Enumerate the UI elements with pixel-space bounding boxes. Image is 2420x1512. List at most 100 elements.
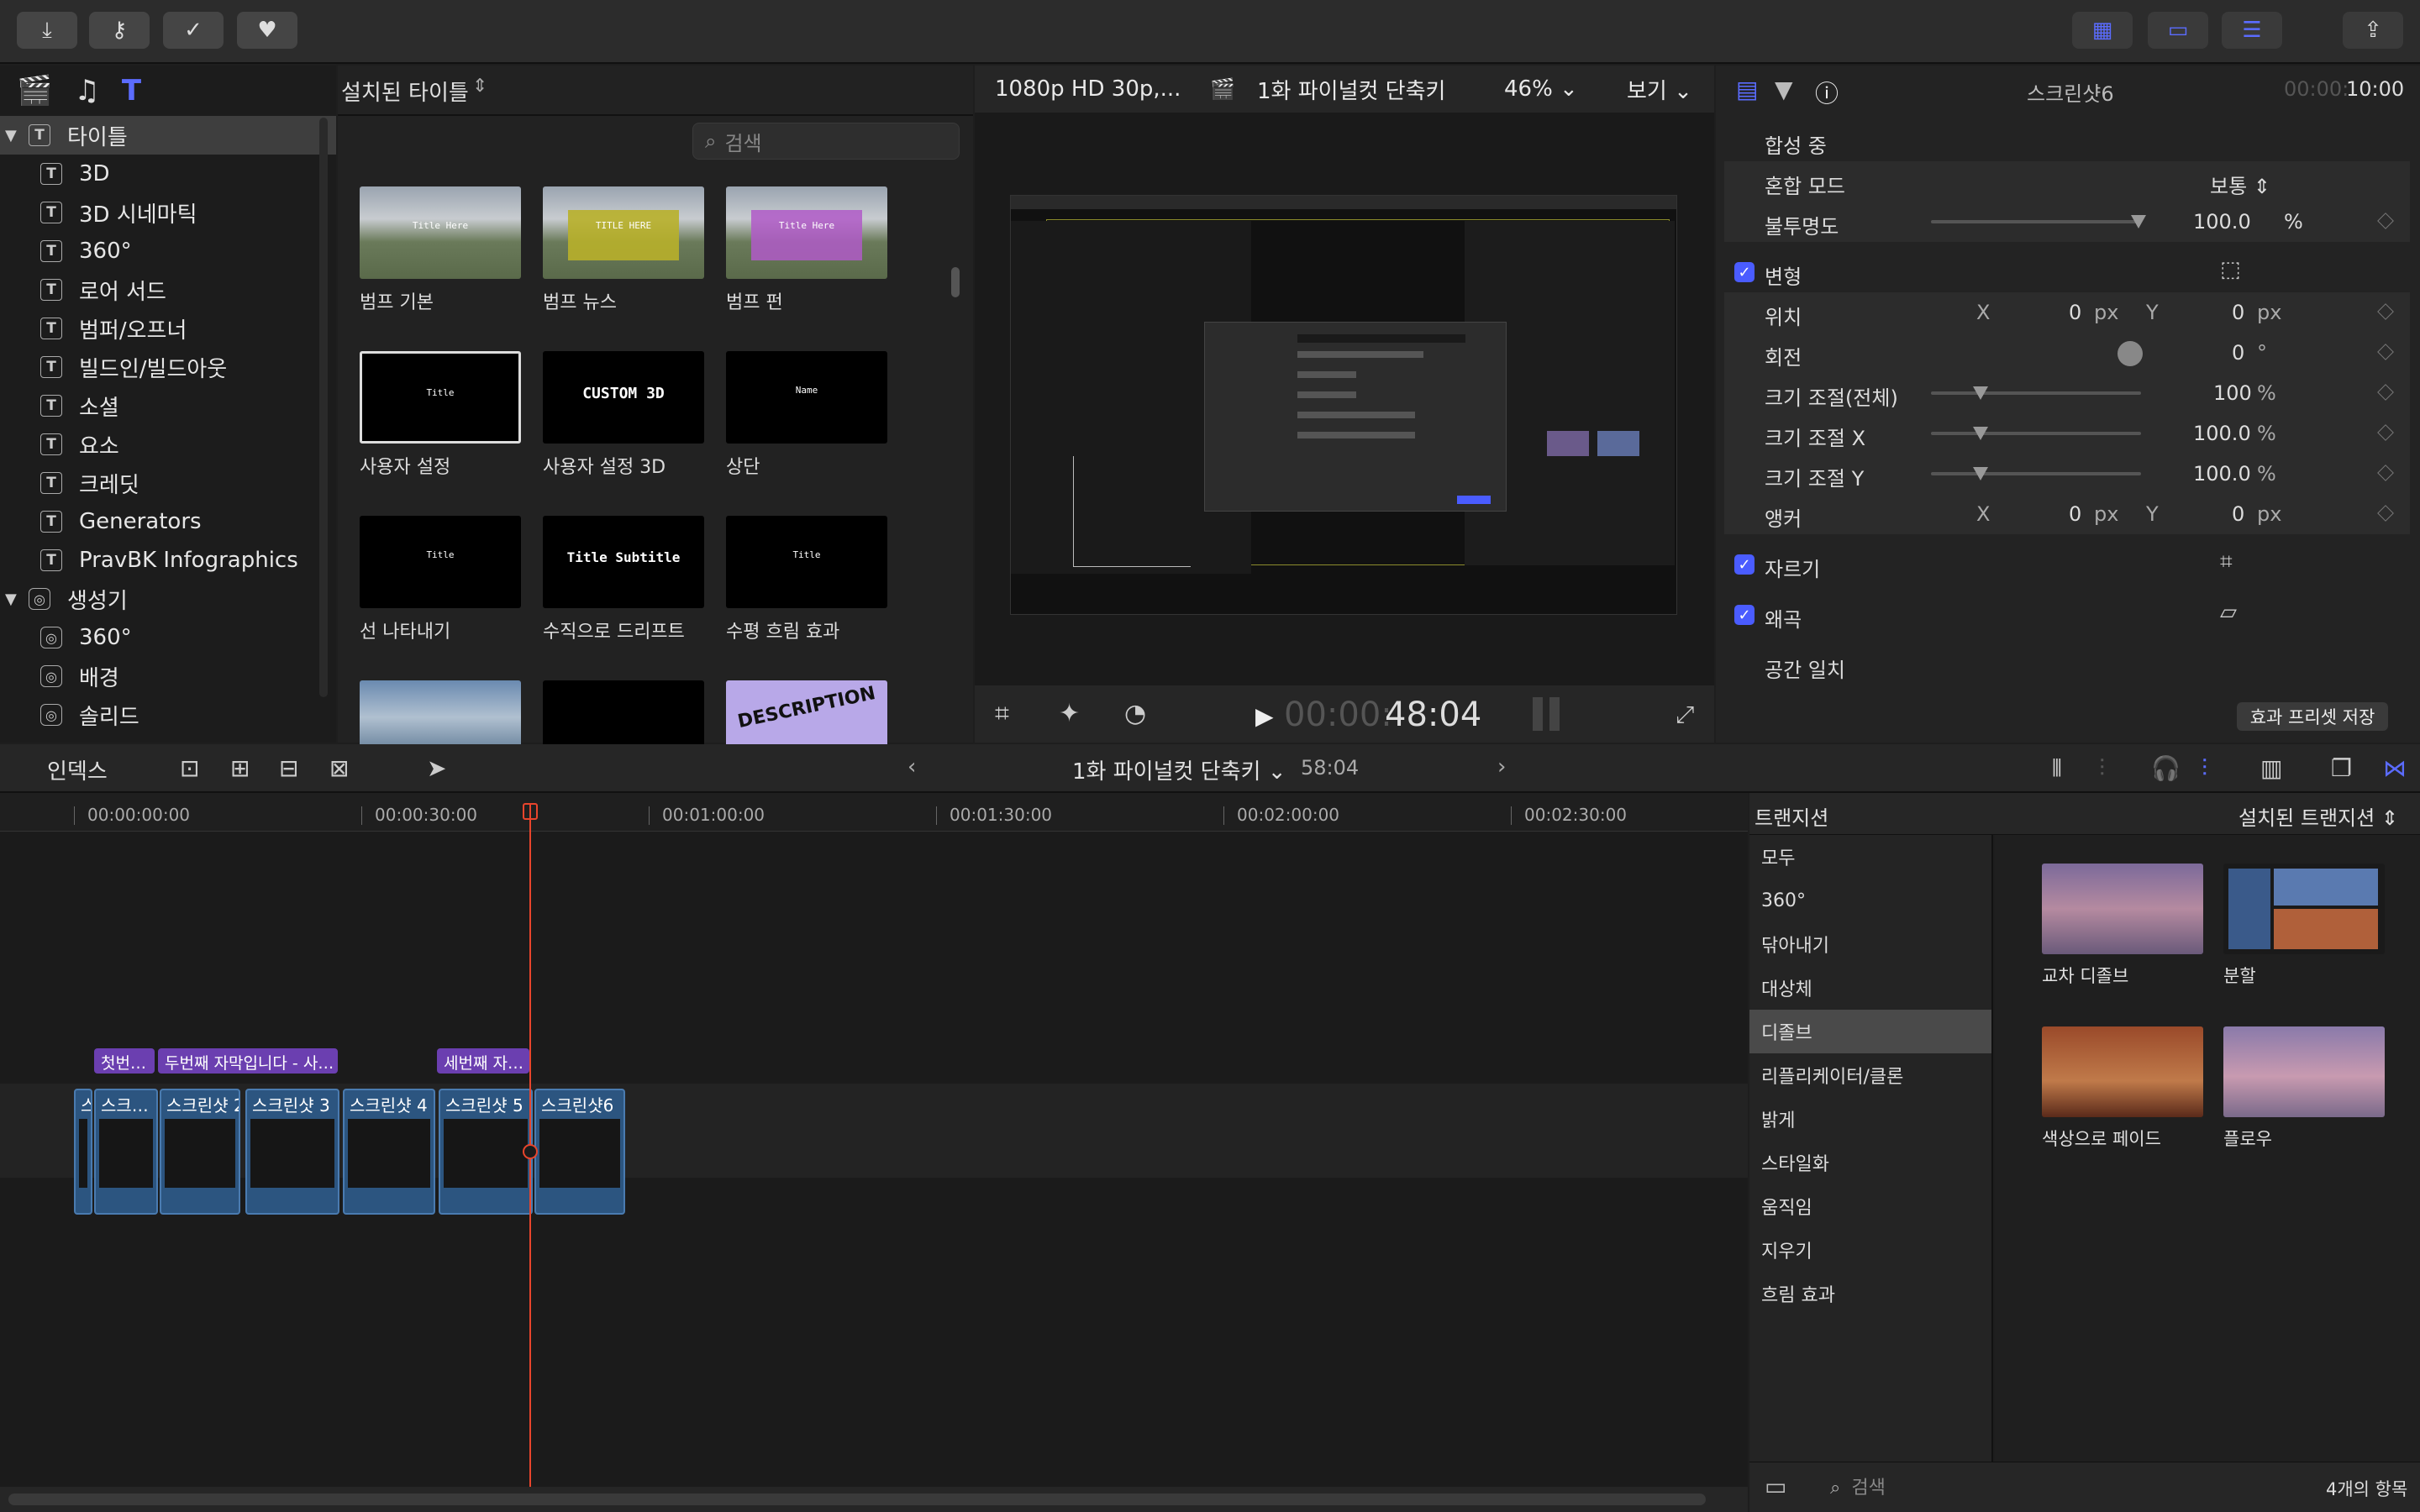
video-clip[interactable]: 스크린샷 5 [439, 1089, 533, 1215]
transform-section[interactable]: ✓ 변형 ⬚ [1724, 252, 2410, 292]
transform-checkbox[interactable]: ✓ [1734, 262, 1754, 282]
transition-category[interactable]: 360° [1749, 879, 1991, 922]
timeline-scrollbar[interactable] [0, 1487, 1748, 1512]
insert-icon[interactable]: ⊞ [230, 754, 250, 782]
split-thumb[interactable] [2223, 864, 2385, 954]
transition-category[interactable]: 디졸브 [1749, 1010, 1991, 1053]
rotation-dial[interactable] [2118, 341, 2143, 366]
compositing-section[interactable]: 합성 중 [1724, 121, 2410, 161]
transition-category[interactable]: 움직임 [1749, 1184, 1991, 1228]
grid-view-icon[interactable]: ▦ [2072, 12, 2133, 49]
save-preset-button[interactable]: 효과 프리셋 저장 [2237, 702, 2388, 731]
title-clip[interactable]: 두번째 자막입니다 - 사… [158, 1048, 338, 1074]
keyframe-icon[interactable] [2377, 213, 2394, 229]
tree-group[interactable]: ▼ ◎ 생성기 [0, 580, 336, 618]
title-thumbnail[interactable]: CUSTOM 3D [543, 351, 704, 444]
rotation-value[interactable]: 0 [2232, 341, 2244, 365]
format-label[interactable]: 1080p HD 30p,... [995, 76, 1181, 102]
keyframe-icon[interactable] [2377, 465, 2394, 481]
tree-item[interactable]: T 빌드인/빌드아웃 [0, 348, 336, 386]
chevron-updown-icon[interactable]: ⇕ [472, 76, 487, 97]
video-clip[interactable]: 스크린샷6 [534, 1089, 625, 1215]
tree-item[interactable]: T Generators [0, 502, 336, 541]
tree-item[interactable]: ◎ 솔리드 [0, 696, 336, 734]
title-thumbnail[interactable]: Title [360, 351, 521, 444]
title-clip[interactable]: 첫번… [94, 1048, 155, 1074]
timeline-project[interactable]: 1화 파이널컷 단축키 ⌄ [1072, 754, 1286, 785]
title-thumbnail[interactable]: Title Here [360, 186, 521, 279]
speed-icon[interactable]: ◔ [1124, 699, 1146, 728]
tree-item[interactable]: T 범퍼/오프너 [0, 309, 336, 348]
distort-checkbox[interactable]: ✓ [1734, 605, 1754, 625]
video-clip[interactable]: 스크린샷 4 [343, 1089, 435, 1215]
browser-scrollbar[interactable] [951, 267, 960, 297]
filmstrip-view-icon[interactable]: ▭ [2148, 12, 2208, 49]
keyframe-icon[interactable] [2377, 384, 2394, 401]
tree-item[interactable]: T PravBK Infographics [0, 541, 336, 580]
transform-onscreen-icon[interactable]: ⬚ [2220, 257, 2241, 282]
connect-icon[interactable]: ⊡ [180, 754, 199, 782]
flow-thumb[interactable] [2223, 1026, 2385, 1117]
position-x[interactable]: 0 [2069, 301, 2081, 324]
title-thumbnail[interactable]: Name [726, 351, 887, 444]
transition-category[interactable]: 밝게 [1749, 1097, 1991, 1141]
keyframe-icon[interactable] [2377, 505, 2394, 522]
zoom-menu[interactable]: 46% ⌄ [1504, 76, 1578, 102]
timecode[interactable]: 48:04 [1385, 696, 1481, 734]
scale-y-slider[interactable] [1931, 472, 2141, 475]
tree-item[interactable]: T 요소 [0, 425, 336, 464]
overwrite-icon[interactable]: ⊠ [329, 754, 349, 782]
transition-category[interactable]: 닦아내기 [1749, 922, 1991, 966]
tree-group[interactable]: ▼ T 타이틀 [0, 116, 336, 155]
title-thumbnail[interactable]: Title Subtitle [543, 516, 704, 608]
position-y[interactable]: 0 [2232, 301, 2244, 324]
video-clip[interactable]: 스크린샷 3 [245, 1089, 339, 1215]
opacity-knob[interactable] [2131, 215, 2146, 228]
transition-category[interactable]: 리플리케이터/클론 [1749, 1053, 1991, 1097]
import-icon[interactable]: ⤓ [17, 12, 77, 49]
title-thumbnail[interactable]: Title [726, 516, 887, 608]
effects-browser-icon[interactable]: ❐ [2331, 754, 2352, 782]
timeline-ruler[interactable] [0, 793, 1748, 832]
index-button[interactable]: 인덱스 [47, 754, 108, 785]
tree-item[interactable]: T 360° [0, 232, 336, 270]
anchor-x[interactable]: 0 [2069, 502, 2081, 526]
video-clip[interactable]: 스크… [94, 1089, 158, 1215]
scale-x-knob[interactable] [1973, 427, 1988, 440]
cross-dissolve-thumb[interactable] [2042, 864, 2203, 954]
color-inspector-icon[interactable]: ▼ [1775, 76, 1793, 103]
pointer-icon[interactable]: ➤ [427, 754, 446, 782]
viewer-preview[interactable] [1010, 195, 1677, 615]
scale-x-value[interactable]: 100.0 [2193, 422, 2251, 445]
distort-section[interactable]: ✓ 왜곡 ▱ [1724, 595, 2410, 635]
clip-appearance-icon[interactable]: ▥ [2260, 754, 2282, 782]
scale-all-slider[interactable] [1931, 391, 2141, 395]
share-icon[interactable]: ⇪ [2343, 12, 2403, 49]
fullscreen-icon[interactable]: ⤢ [1676, 701, 1694, 729]
crop-section[interactable]: ✓ 자르기 ⌗ [1724, 544, 2410, 585]
video-clip[interactable]: 스 [74, 1089, 92, 1215]
skimming-icon[interactable]: ⫴ [2052, 754, 2062, 783]
spatial-section[interactable]: 공간 일치 [1724, 645, 2410, 685]
opacity-value[interactable]: 100.0 [2193, 210, 2251, 234]
title-clip[interactable]: 세번째 자… [437, 1048, 529, 1074]
heart-icon[interactable]: ♥ [237, 12, 297, 49]
forward-icon[interactable]: › [1497, 754, 1506, 780]
scale-all-value[interactable]: 100 [2213, 381, 2252, 405]
tree-item[interactable]: T 로어 서드 [0, 270, 336, 309]
title-thumbnail[interactable]: Title Here [726, 186, 887, 279]
anchor-y[interactable]: 0 [2232, 502, 2244, 526]
scale-y-value[interactable]: 100.0 [2193, 462, 2251, 486]
magic-wand-icon[interactable]: ✦ [1059, 699, 1080, 728]
tree-item[interactable]: ◎ 360° [0, 618, 336, 657]
tree-item[interactable]: T 크레딧 [0, 464, 336, 502]
crop-checkbox[interactable]: ✓ [1734, 554, 1754, 575]
clapper-icon[interactable]: 🎬 [17, 74, 52, 108]
snapping-icon[interactable]: ⫶ [2202, 754, 2207, 783]
browser-search-input[interactable]: ⌕ 검색 [692, 123, 960, 160]
transition-category[interactable]: 흐림 효과 [1749, 1272, 1991, 1315]
play-icon[interactable]: ▶ [1255, 702, 1274, 730]
browser-title[interactable]: 설치된 타이틀 [341, 76, 469, 107]
keyword-icon[interactable]: ⚷ [89, 12, 150, 49]
installed-transitions-menu[interactable]: 설치된 트랜지션 ⇕ [2238, 801, 2398, 831]
